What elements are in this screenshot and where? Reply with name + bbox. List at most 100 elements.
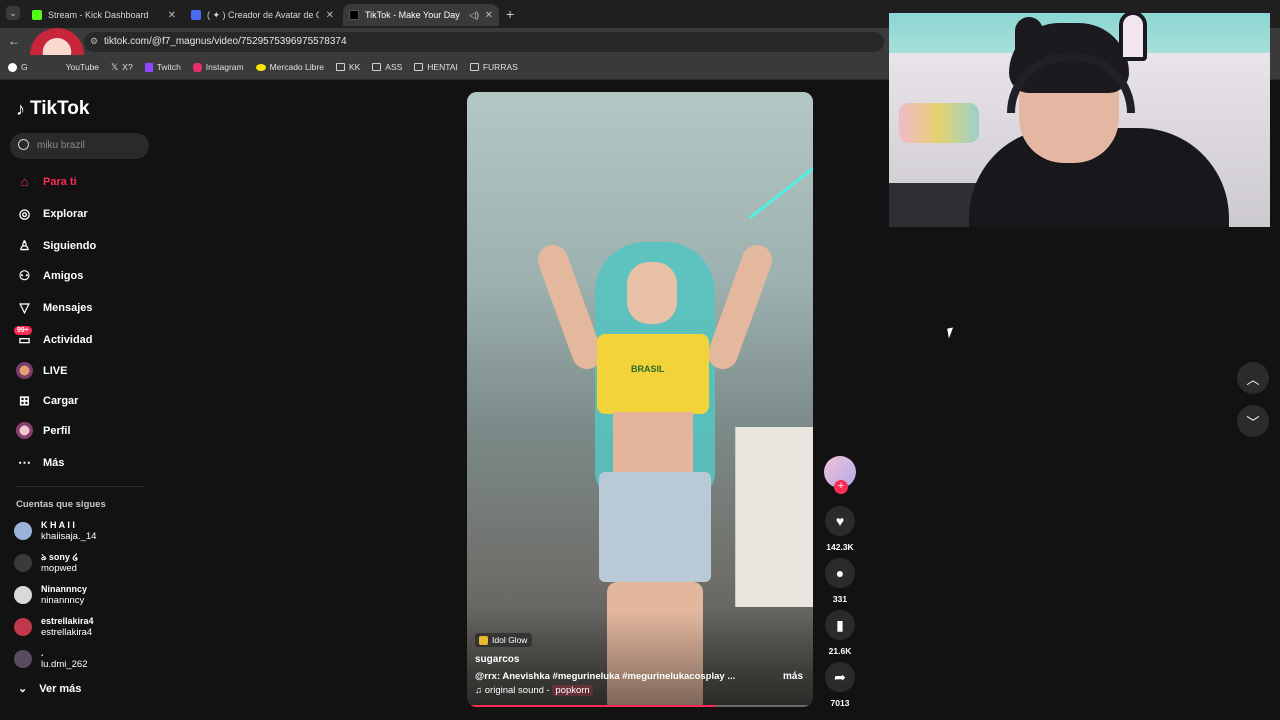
tiktok-logo[interactable]: ♪ TikTok xyxy=(16,98,89,120)
bookmark-youtube[interactable]: YouTube xyxy=(66,62,99,72)
tab-search-button[interactable]: ⌄ xyxy=(6,6,20,20)
tiktok-sidebar: ♪ TikTok miku brazil ⌂ Para ti ◎ Explora… xyxy=(0,80,160,720)
nav-label: Mensajes xyxy=(43,301,93,314)
nav-mensajes[interactable]: ▽ Mensajes xyxy=(16,299,93,316)
video-progress-bar[interactable] xyxy=(467,705,813,707)
bookmark-x[interactable]: 𝕏 X? xyxy=(111,62,133,73)
nav-actividad[interactable]: ▭ 99+ Actividad xyxy=(14,326,93,348)
tab-avatar-creator[interactable]: ( ✦ ) Creador de Avatar de Cata ✕ xyxy=(185,4,340,26)
video-player[interactable]: BRASIL Idol Glow sugarcos @rrx: Anevishk… xyxy=(467,92,813,707)
search-icon xyxy=(18,139,29,150)
effect-tag[interactable]: Idol Glow xyxy=(475,633,533,647)
like-button[interactable]: ♥ 142.3K xyxy=(824,506,856,552)
see-more-label: Ver más xyxy=(39,682,82,695)
avatar xyxy=(14,554,32,572)
google-icon xyxy=(8,62,17,72)
mercado-libre-icon xyxy=(255,63,266,71)
video-username[interactable]: sugarcos xyxy=(475,654,519,665)
chevron-down-icon: ⌄ xyxy=(18,683,28,695)
following-item[interactable]: estrellakira4 estrellakira4 xyxy=(14,616,94,638)
bookmark-twitch[interactable]: Twitch xyxy=(144,62,181,72)
previous-video-button[interactable]: ︿ xyxy=(1237,362,1269,394)
sound-prefix: ♫ original sound - xyxy=(475,685,550,696)
notification-badge: 99+ xyxy=(14,326,32,335)
video-ceiling xyxy=(467,92,813,252)
handle: ninannncy xyxy=(41,595,85,606)
mouse-cursor xyxy=(947,327,955,339)
nav-label: Más xyxy=(43,456,65,469)
description-more-button[interactable]: más xyxy=(783,671,803,682)
bookmark-label: YouTube xyxy=(65,62,100,72)
bookmark-label: Twitch xyxy=(156,62,181,72)
bookmark-folder-hentai[interactable]: HENTAI xyxy=(414,62,458,72)
tiktok-icon xyxy=(349,10,359,20)
search-input[interactable]: miku brazil xyxy=(10,133,149,159)
save-button[interactable]: ▮ 21.6K xyxy=(824,610,856,656)
comment-icon: ● xyxy=(825,558,855,588)
nav-para-ti[interactable]: ⌂ Para ti xyxy=(16,173,77,190)
tab-tiktok[interactable]: TikTok - Make Your Day ◁) ✕ xyxy=(343,4,499,26)
bookmark-label: KK xyxy=(348,62,361,72)
comment-count: 331 xyxy=(832,594,848,604)
bookmark-mercado-libre[interactable]: Mercado Libre xyxy=(255,62,324,72)
effect-label: Idol Glow xyxy=(492,635,528,645)
see-more-button[interactable]: ⌄ Ver más xyxy=(18,682,82,696)
video-sound[interactable]: ♫ original sound - popkorn xyxy=(475,685,593,696)
comment-button[interactable]: ● 331 xyxy=(824,558,856,604)
shirt-text: BRASIL xyxy=(631,364,665,374)
share-count: 7013 xyxy=(830,698,850,708)
following-item[interactable]: Ninannncy ninannncy xyxy=(14,584,87,606)
handle: estrellakira4 xyxy=(41,627,93,638)
upload-icon: ⊞ xyxy=(19,392,30,408)
twitch-icon xyxy=(144,62,153,72)
bookmark-folder-furras[interactable]: FURRAS xyxy=(469,62,518,72)
bookmark-label: X? xyxy=(122,62,133,72)
following-item[interactable]: . lu.dmi_262 xyxy=(14,648,87,670)
sound-name: popkorn xyxy=(552,685,593,696)
creator-avatar-button[interactable]: + xyxy=(824,456,856,494)
close-icon[interactable]: ✕ xyxy=(326,10,334,21)
chevron-down-icon: ﹀ xyxy=(1246,414,1260,430)
video-belly xyxy=(613,412,693,472)
follow-plus-icon[interactable]: + xyxy=(834,480,848,494)
nav-live[interactable]: LIVE xyxy=(16,362,67,379)
nav-mas[interactable]: ⋯ Más xyxy=(16,454,64,471)
tab-title: Stream - Kick Dashboard xyxy=(48,10,149,20)
heart-icon: ♥ xyxy=(825,506,855,536)
following-item[interactable]: ঌ sony ໒ mopwed xyxy=(14,552,78,574)
speaker-icon[interactable]: ◁) xyxy=(469,10,479,21)
new-tab-button[interactable]: + xyxy=(506,6,514,22)
bookmark-google[interactable]: G xyxy=(8,62,28,72)
bookmark-instagram[interactable]: Instagram xyxy=(192,62,244,72)
nav-perfil[interactable]: Perfil xyxy=(16,422,71,439)
url-field[interactable]: ⚙ tiktok.com/@f7_magnus/video/7529575396… xyxy=(84,32,884,52)
following-names: . lu.dmi_262 xyxy=(41,648,87,670)
close-icon[interactable]: ✕ xyxy=(168,10,176,21)
close-icon[interactable]: ✕ xyxy=(485,10,493,21)
display-name: K H A I I xyxy=(41,520,75,530)
bookmark-folder-kk[interactable]: KK xyxy=(335,62,361,72)
following-names: ঌ sony ໒ mopwed xyxy=(41,552,78,574)
bookmark-icon: ▮ xyxy=(825,610,855,640)
nav-explorar[interactable]: ◎ Explorar xyxy=(16,205,88,222)
tab-kick[interactable]: Stream - Kick Dashboard ✕ xyxy=(26,4,182,26)
avatar xyxy=(14,618,32,636)
share-button[interactable]: ➦ 7013 xyxy=(824,662,856,708)
instagram-icon xyxy=(192,62,202,72)
following-item[interactable]: K H A I Ikhaiisaja._14 xyxy=(14,520,96,542)
save-count: 21.6K xyxy=(828,646,852,656)
effect-icon xyxy=(479,636,488,645)
display-name: ঌ sony ໒ xyxy=(41,552,79,562)
nav-siguiendo[interactable]: ♙ Siguiendo xyxy=(16,237,97,254)
divider xyxy=(16,486,144,487)
next-video-button[interactable]: ﹀ xyxy=(1237,405,1269,437)
display-name: Ninannncy xyxy=(41,584,88,594)
bookmark-folder-ass[interactable]: ASS xyxy=(372,62,402,72)
site-info-icon[interactable]: ⚙ xyxy=(90,36,98,47)
profile-icon xyxy=(16,422,33,439)
live-icon xyxy=(16,362,33,379)
nav-cargar[interactable]: ⊞ Cargar xyxy=(16,392,78,409)
nav-amigos[interactable]: ⚇ Amigos xyxy=(16,267,84,284)
back-icon[interactable]: ← xyxy=(8,34,20,48)
nav-label: Amigos xyxy=(43,269,84,282)
